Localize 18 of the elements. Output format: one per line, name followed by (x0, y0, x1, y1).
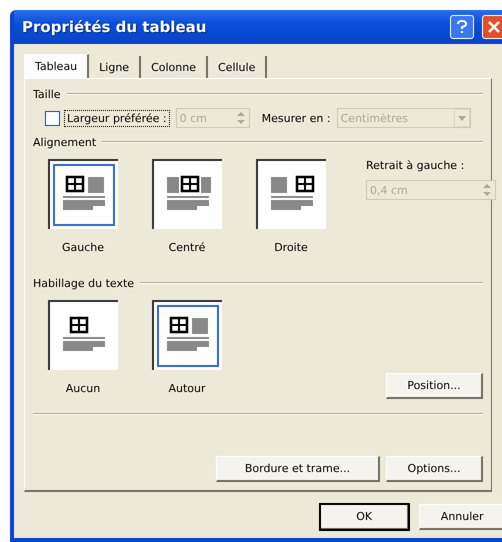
position-button[interactable]: Position... (386, 373, 483, 399)
cancel-button[interactable]: Annuler (419, 504, 502, 530)
dialog-button[interactable]: Options... (386, 456, 483, 482)
option-label: Aucun (66, 382, 100, 395)
ok-button[interactable]: OK (320, 504, 410, 530)
window-title: Propriétés du tableau (22, 18, 208, 36)
measure-label: Mesurer en : (262, 112, 331, 124)
checkbox-label: Largeur préférée : (64, 110, 170, 126)
option-label: Gauche (62, 241, 104, 254)
tab[interactable]: Tableau (24, 54, 90, 78)
indent-label: Retrait à gauche : (366, 159, 466, 172)
option-label: Autour (168, 382, 206, 395)
group-heading: Taille (33, 88, 61, 100)
option-label: Droite (274, 241, 308, 254)
option-label: Centré (168, 241, 206, 254)
group-heading: Alignement (33, 136, 96, 148)
dialog-button[interactable]: Bordure et trame... (216, 456, 380, 482)
group-heading: Habillage du texte (33, 276, 134, 290)
